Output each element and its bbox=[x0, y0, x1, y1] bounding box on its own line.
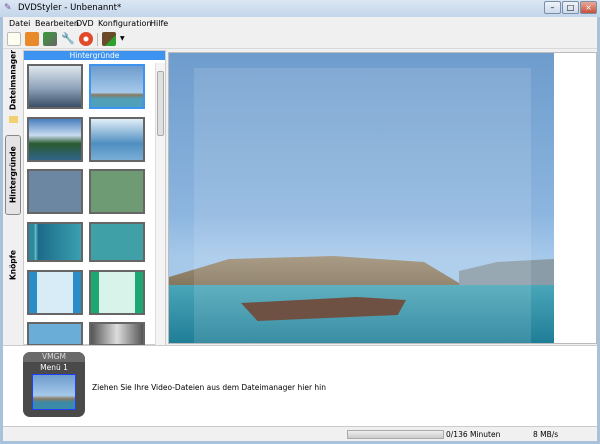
menu-editor-canvas[interactable] bbox=[168, 52, 597, 344]
titleset-manager: VMGM Menü 1 Ziehen Sie Ihre Video-Dateie… bbox=[3, 345, 597, 426]
background-thumbnail[interactable] bbox=[89, 222, 145, 262]
background-thumbnail[interactable] bbox=[89, 270, 145, 315]
background-thumbnail[interactable] bbox=[89, 169, 145, 214]
drop-hint: Ziehen Sie Ihre Video-Dateien aus dem Da… bbox=[92, 383, 327, 392]
burn-icon[interactable] bbox=[79, 32, 93, 46]
toolbar: 🔧 ▼ bbox=[3, 30, 597, 49]
window-title: DVDStyler - Unbenannt* bbox=[18, 3, 122, 13]
folder-icon bbox=[9, 116, 18, 123]
backgrounds-panel: Hintergründe bbox=[23, 50, 166, 346]
background-thumbnail[interactable] bbox=[89, 117, 145, 162]
status-bar: 0/136 Minuten 8 MB/s bbox=[3, 426, 597, 441]
side-tabs: Dateimanager Hintergründe Knöpfe bbox=[3, 50, 23, 345]
panel-title: Hintergründe bbox=[24, 51, 165, 60]
menu-bearbeiten[interactable]: Bearbeiten bbox=[35, 19, 79, 28]
vmgm-titleset[interactable]: VMGM Menü 1 bbox=[23, 352, 85, 417]
bitrate-text: 8 MB/s bbox=[533, 430, 559, 439]
disc-usage-progress bbox=[347, 430, 444, 439]
background-thumbnail[interactable] bbox=[89, 322, 145, 346]
panel-scrollbar[interactable] bbox=[155, 63, 165, 345]
chevron-down-icon[interactable]: ▼ bbox=[120, 35, 125, 42]
new-icon[interactable] bbox=[7, 32, 21, 46]
background-thumbnail[interactable] bbox=[27, 117, 83, 162]
menu-dvd[interactable]: DVD bbox=[76, 19, 94, 28]
settings-icon[interactable]: 🔧 bbox=[61, 32, 75, 46]
menu-datei[interactable]: Datei bbox=[9, 19, 30, 28]
title-bar: ✎ DVDStyler - Unbenannt* – □ × bbox=[0, 0, 600, 17]
menu-konfiguration[interactable]: Konfiguration bbox=[98, 19, 152, 28]
app-icon: ✎ bbox=[4, 3, 12, 13]
toolbar-separator bbox=[97, 33, 98, 46]
menu-label: Menü 1 bbox=[40, 363, 68, 372]
open-icon[interactable] bbox=[25, 32, 39, 46]
background-thumbnail[interactable] bbox=[27, 322, 83, 346]
save-icon[interactable] bbox=[43, 32, 57, 46]
background-thumbnail[interactable] bbox=[27, 64, 83, 109]
menu-hilfe[interactable]: Hilfe bbox=[150, 19, 168, 28]
vmgm-label: VMGM bbox=[23, 352, 85, 362]
tab-knoepfe[interactable]: Knöpfe bbox=[5, 240, 21, 290]
background-thumbnail[interactable] bbox=[27, 222, 83, 262]
menu-thumbnail[interactable] bbox=[32, 374, 76, 410]
minimize-button[interactable]: – bbox=[544, 1, 561, 14]
background-thumbnail[interactable] bbox=[89, 64, 145, 109]
add-file-icon[interactable] bbox=[102, 32, 116, 46]
safe-area-overlay bbox=[194, 68, 531, 343]
background-thumbnail[interactable] bbox=[27, 169, 83, 214]
maximize-button[interactable]: □ bbox=[562, 1, 579, 14]
scrollbar-thumb[interactable] bbox=[157, 71, 164, 136]
duration-text: 0/136 Minuten bbox=[446, 430, 501, 439]
menu-background-image bbox=[169, 53, 554, 343]
background-thumbnail[interactable] bbox=[27, 270, 83, 315]
tab-hintergruende[interactable]: Hintergründe bbox=[5, 135, 21, 215]
tab-dateimanager[interactable]: Dateimanager bbox=[5, 50, 21, 110]
menu-bar: Datei Bearbeiten DVD Konfiguration Hilfe bbox=[3, 17, 597, 30]
close-button[interactable]: × bbox=[580, 1, 597, 14]
main-window: Datei Bearbeiten DVD Konfiguration Hilfe… bbox=[3, 17, 597, 441]
